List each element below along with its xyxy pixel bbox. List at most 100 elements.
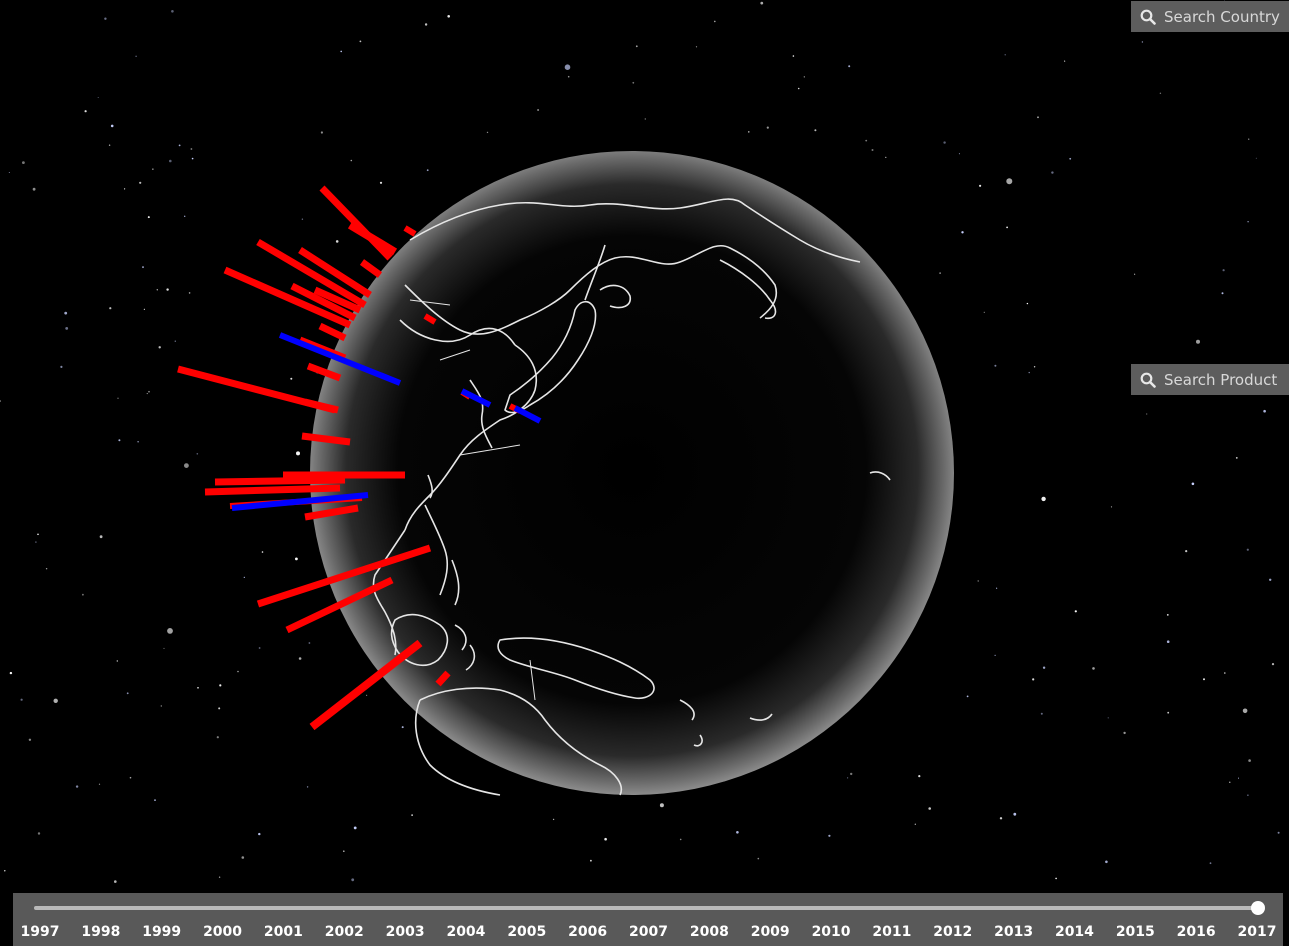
star — [632, 81, 635, 84]
timeline-track[interactable] — [34, 906, 1258, 910]
star — [109, 307, 112, 310]
star — [110, 124, 114, 128]
star — [142, 266, 144, 269]
star — [1255, 157, 1257, 159]
star — [1026, 302, 1029, 305]
timeline-slider-handle[interactable] — [1251, 901, 1265, 915]
star — [983, 311, 985, 313]
star — [261, 551, 264, 553]
globe-viewer[interactable]: Search Country Search Product 1997 1998 19… — [0, 0, 1289, 946]
year-label-2014[interactable]: 2014 — [1049, 924, 1099, 940]
year-label-2002[interactable]: 2002 — [319, 924, 369, 940]
star — [1105, 860, 1108, 864]
star — [1222, 269, 1225, 272]
star — [124, 188, 126, 190]
star — [447, 14, 451, 18]
year-label-2006[interactable]: 2006 — [563, 924, 613, 940]
star — [184, 215, 186, 217]
star — [979, 184, 982, 187]
year-label-1999[interactable]: 1999 — [137, 924, 187, 940]
star — [37, 832, 41, 835]
star — [174, 340, 176, 342]
star — [1033, 366, 1036, 368]
star — [22, 161, 25, 165]
star — [28, 738, 32, 741]
star — [32, 187, 36, 191]
globe-scene[interactable] — [0, 0, 1289, 946]
search-product-placeholder: Search Product — [1164, 370, 1278, 389]
year-label-2003[interactable]: 2003 — [380, 924, 430, 940]
year-label-2015[interactable]: 2015 — [1110, 924, 1160, 940]
star — [914, 823, 916, 825]
star — [1191, 482, 1195, 486]
star — [167, 628, 173, 634]
year-label-2007[interactable]: 2007 — [624, 924, 674, 940]
star — [1159, 92, 1162, 95]
star — [65, 327, 69, 330]
search-product-input[interactable]: Search Product — [1131, 364, 1289, 395]
year-label-2001[interactable]: 2001 — [258, 924, 308, 940]
star — [1203, 678, 1205, 681]
star — [714, 20, 716, 23]
year-label-2000[interactable]: 2000 — [198, 924, 248, 940]
export-bar — [214, 476, 346, 486]
star — [1263, 409, 1266, 413]
star — [298, 657, 302, 660]
year-label-2017[interactable]: 2017 — [1232, 924, 1282, 940]
year-label-2008[interactable]: 2008 — [684, 924, 734, 940]
year-timeline[interactable]: 1997 1998 1999 2000 2001 2002 2003 2004 2005 2006… — [13, 893, 1283, 946]
year-label-2010[interactable]: 2010 — [806, 924, 856, 940]
star — [308, 642, 311, 644]
export-bar — [359, 259, 383, 278]
year-label-2009[interactable]: 2009 — [745, 924, 795, 940]
star — [171, 10, 174, 13]
star — [219, 684, 222, 687]
star — [60, 365, 63, 368]
star — [1224, 672, 1226, 674]
star — [335, 240, 339, 243]
star — [1209, 862, 1212, 865]
year-label-2005[interactable]: 2005 — [502, 924, 552, 940]
star — [295, 557, 298, 561]
star — [218, 707, 221, 710]
star — [35, 541, 37, 543]
star — [1167, 711, 1170, 714]
star — [1221, 292, 1224, 295]
star — [258, 832, 261, 836]
star — [766, 126, 769, 129]
star — [564, 64, 571, 70]
star — [994, 364, 997, 367]
star — [928, 807, 931, 810]
star — [1247, 794, 1249, 796]
star — [552, 818, 555, 821]
year-label-2012[interactable]: 2012 — [928, 924, 978, 940]
star — [961, 231, 964, 234]
year-label-2016[interactable]: 2016 — [1171, 924, 1221, 940]
star — [37, 533, 39, 536]
star — [604, 837, 607, 841]
star — [196, 453, 199, 455]
star — [129, 776, 132, 779]
star — [166, 288, 169, 291]
star — [178, 144, 181, 147]
star — [108, 144, 111, 146]
star — [290, 377, 293, 380]
export-bar — [318, 322, 347, 342]
star — [241, 856, 245, 859]
star — [1277, 831, 1280, 834]
year-label-2011[interactable]: 2011 — [867, 924, 917, 940]
globe[interactable] — [310, 151, 954, 795]
star — [1271, 663, 1275, 666]
star — [679, 838, 682, 841]
star — [865, 139, 868, 142]
year-label-2013[interactable]: 2013 — [989, 924, 1039, 940]
star — [350, 159, 353, 162]
magnifier-icon — [1140, 372, 1156, 388]
year-label-1998[interactable]: 1998 — [76, 924, 126, 940]
search-country-input[interactable]: Search Country — [1131, 1, 1289, 32]
year-label-1997[interactable]: 1997 — [15, 924, 65, 940]
star — [188, 292, 191, 294]
star — [0, 400, 1, 402]
star — [958, 153, 960, 155]
year-label-2004[interactable]: 2004 — [441, 924, 491, 940]
